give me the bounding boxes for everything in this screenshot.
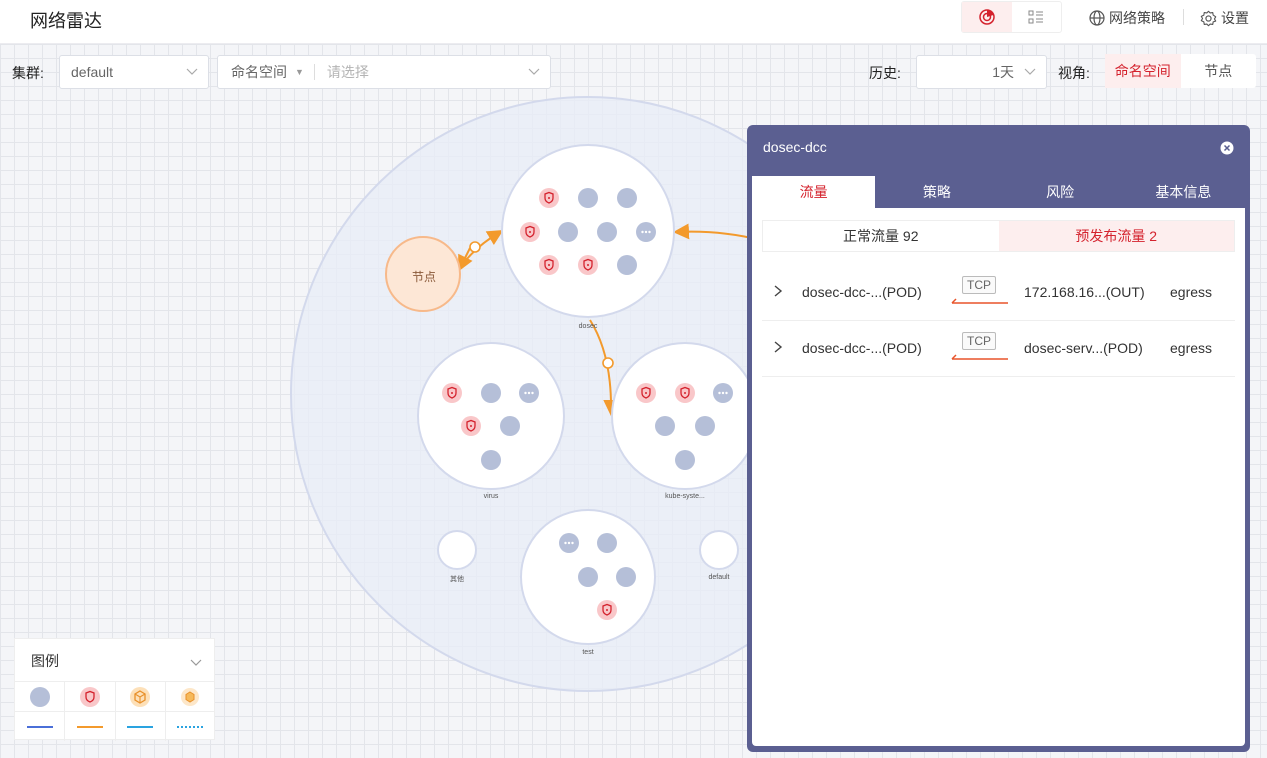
flow-destination: 172.168.16...(OUT)	[1024, 284, 1145, 300]
legend-title: 图例	[31, 653, 59, 669]
edge-cyan-legend	[116, 712, 166, 741]
flow-row[interactable]: dosec-dcc-...(POD) TCP 172.168.16...(OUT…	[762, 265, 1235, 321]
flow-destination: dosec-serv...(POD)	[1024, 340, 1143, 356]
tab-policy[interactable]: 策略	[875, 176, 998, 208]
flow-source: dosec-dcc-...(POD)	[802, 340, 922, 356]
namespace-label: dosec	[578, 323, 598, 330]
legend-panel: 图例	[14, 638, 215, 741]
host-node-label: 节点	[412, 270, 437, 284]
chevron-down-icon[interactable]	[190, 656, 202, 668]
chevron-right-icon[interactable]	[772, 284, 784, 298]
detail-drawer: dosec-dcc 流量 策略 风险 基本信息 正常流量 92 预发布流量 2 …	[747, 125, 1250, 752]
namespace-label: test	[582, 649, 594, 656]
subtab-prerelease-traffic[interactable]: 预发布流量 2	[998, 221, 1234, 251]
pod-legend-icon	[15, 682, 66, 711]
edge-dotted-legend	[166, 712, 215, 741]
chevron-right-icon[interactable]	[772, 340, 784, 354]
close-icon[interactable]	[1220, 141, 1234, 155]
edge-midpoint	[469, 241, 481, 253]
traffic-subtabs: 正常流量 92 预发布流量 2	[762, 220, 1235, 252]
namespace-label: 其他	[450, 576, 464, 583]
edge-blue-legend	[15, 712, 66, 741]
tab-basic-info[interactable]: 基本信息	[1122, 176, 1245, 208]
drawer-body: 正常流量 92 预发布流量 2 dosec-dcc-...(POD) TCP 1…	[752, 208, 1245, 746]
flow-arrow-icon	[951, 354, 1008, 360]
namespace-label: default	[708, 574, 730, 581]
flow-source: dosec-dcc-...(POD)	[802, 284, 922, 300]
subtab-normal-traffic[interactable]: 正常流量 92	[763, 221, 999, 251]
drawer-title: dosec-dcc	[763, 139, 827, 155]
edge-midpoint	[602, 357, 614, 369]
cube-alt-legend-icon	[166, 682, 215, 711]
namespace-default[interactable]	[699, 530, 739, 570]
edge-orange-legend	[65, 712, 116, 741]
risk-pod-legend-icon	[65, 682, 116, 711]
tab-risk[interactable]: 风险	[999, 176, 1122, 208]
flow-protocol: TCP	[962, 276, 996, 294]
flow-protocol: TCP	[962, 332, 996, 350]
flow-direction: egress	[1170, 340, 1213, 356]
cube-legend-icon	[116, 682, 166, 711]
tab-traffic[interactable]: 流量	[752, 176, 876, 208]
namespace-label: virus	[483, 493, 499, 500]
namespace-label: kube-syste...	[665, 493, 705, 500]
namespace-other[interactable]	[437, 530, 477, 570]
flow-row[interactable]: dosec-dcc-...(POD) TCP dosec-serv...(POD…	[762, 321, 1235, 377]
flow-arrow-icon	[951, 298, 1008, 304]
flow-direction: egress	[1170, 284, 1213, 300]
drawer-tabs: 流量 策略 风险 基本信息	[752, 176, 1245, 208]
